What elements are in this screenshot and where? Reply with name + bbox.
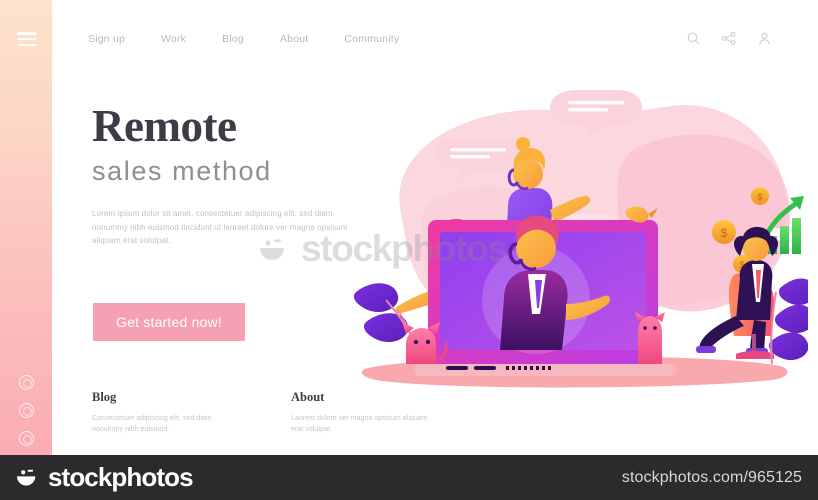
nav-link-sign-up[interactable]: Sign up <box>88 33 125 45</box>
hero-body-text: Lorem ipsum dolor sit amet, consectetuer… <box>92 209 348 245</box>
coin: $ <box>712 220 736 244</box>
footer-column-body: Laoreet dolore ver magna opsisum aliquam… <box>291 415 428 434</box>
brand-name: stockphotos <box>48 462 194 492</box>
cat-right <box>635 312 665 364</box>
hero-illustration: $ $ $ <box>340 78 808 398</box>
hamburger-line <box>17 43 37 46</box>
image-url: stockphotos.com/965125 <box>621 468 802 486</box>
plant-right <box>769 278 808 365</box>
user-icon[interactable] <box>758 32 771 45</box>
hamburger-icon[interactable] <box>17 32 37 46</box>
nav-link-work[interactable]: Work <box>161 33 186 45</box>
bottom-bar: stockphotos stockphotos.com/965125 <box>0 455 818 500</box>
nav-icon-group <box>687 32 771 45</box>
share-icon[interactable] <box>722 32 736 45</box>
footer-column-blog: Blog Consectetuer adipiscing elit, sed d… <box>92 390 232 435</box>
nav-link-blog[interactable]: Blog <box>222 33 244 45</box>
social-dot-3[interactable] <box>19 431 34 446</box>
illustration-svg: $ $ $ <box>340 90 808 388</box>
hero-section: Remote sales method Lorem ipsum dolor si… <box>92 104 382 247</box>
smiley-logo-icon <box>16 469 36 486</box>
nav-link-about[interactable]: About <box>280 33 308 45</box>
brand-logo: stockphotos <box>14 462 194 493</box>
nav-link-community[interactable]: Community <box>344 33 399 45</box>
coin-symbol: $ <box>757 192 762 202</box>
footer-column-body: Consectetuer adipiscing elit, sed diam n… <box>92 415 212 434</box>
hamburger-line <box>17 37 37 41</box>
page-subtitle: sales method <box>92 156 272 186</box>
get-started-button[interactable]: Get started now! <box>93 303 245 341</box>
top-navigation: Sign up Work Blog About Community <box>88 33 399 45</box>
social-links <box>19 375 34 446</box>
left-sidebar <box>0 0 52 455</box>
footer-column-title[interactable]: Blog <box>92 390 232 405</box>
social-dot-2[interactable] <box>19 403 34 418</box>
social-dot-1[interactable] <box>19 375 34 390</box>
coin: $ <box>751 187 769 205</box>
page-title: Remote <box>92 101 237 151</box>
hamburger-line <box>17 32 37 35</box>
search-icon[interactable] <box>687 32 700 45</box>
coin-symbol: $ <box>721 226 728 240</box>
landing-page-screenshot: Sign up Work Blog About Community Remote… <box>0 0 818 500</box>
